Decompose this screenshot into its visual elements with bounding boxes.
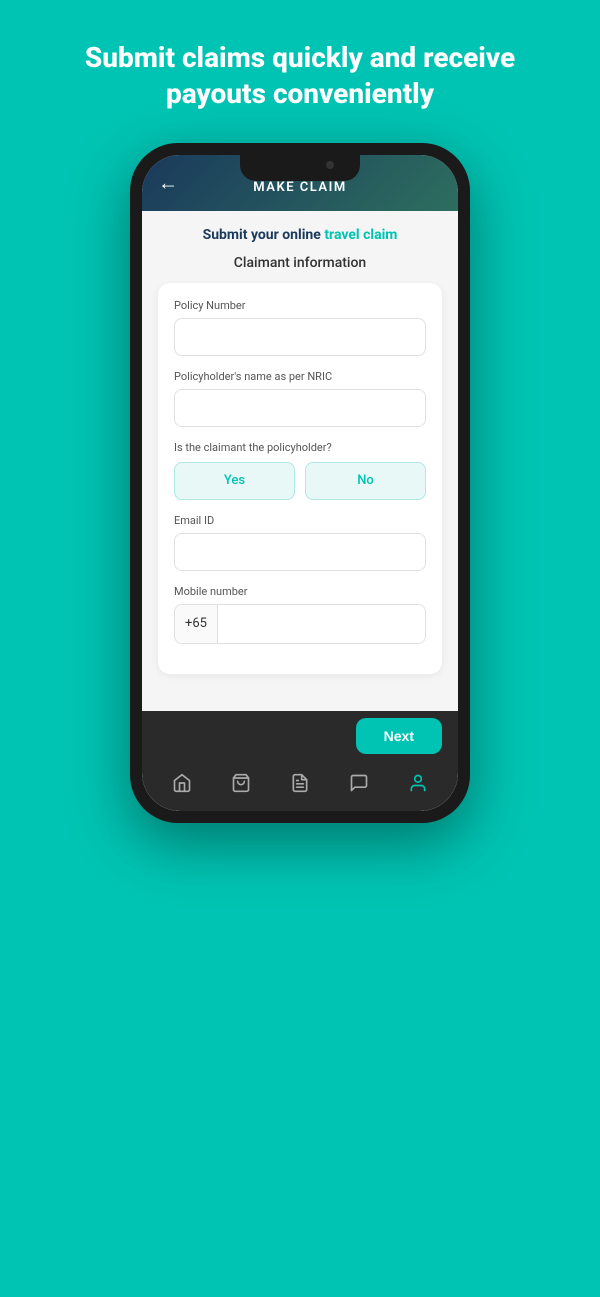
bottom-bar: Next xyxy=(142,711,458,761)
form-card: Policy Number Policyholder's name as per… xyxy=(158,283,442,674)
claim-heading: Submit your online travel claim xyxy=(158,227,442,243)
nav-help[interactable] xyxy=(341,765,377,801)
email-input[interactable] xyxy=(174,533,426,571)
nav-shop[interactable] xyxy=(223,765,259,801)
mobile-input[interactable] xyxy=(218,605,425,643)
back-button[interactable]: ← xyxy=(158,170,178,195)
bottom-nav xyxy=(142,761,458,811)
email-field: Email ID xyxy=(174,514,426,571)
no-button[interactable]: No xyxy=(305,462,426,500)
screen-title: MAKE CLAIM xyxy=(253,180,346,195)
nav-claims[interactable] xyxy=(282,765,318,801)
screen-content: Submit your online travel claim Claimant… xyxy=(142,211,458,711)
country-code: +65 xyxy=(175,605,218,643)
nav-home[interactable] xyxy=(164,765,200,801)
policy-number-input[interactable] xyxy=(174,318,426,356)
policyholder-name-field: Policyholder's name as per NRIC xyxy=(174,370,426,427)
phone-mockup: ← MAKE CLAIM Submit your online travel c… xyxy=(130,143,470,1297)
claimant-question-label: Is the claimant the policyholder? xyxy=(174,441,426,454)
section-title: Claimant information xyxy=(158,255,442,271)
claimant-question-field: Is the claimant the policyholder? Yes No xyxy=(174,441,426,500)
phone-notch xyxy=(240,155,360,181)
nav-profile[interactable] xyxy=(400,765,436,801)
claim-heading-highlight: travel claim xyxy=(324,227,397,243)
policy-number-field: Policy Number xyxy=(174,299,426,356)
hero-section: Submit claims quickly and receive payout… xyxy=(0,0,600,143)
hero-text: Submit claims quickly and receive payout… xyxy=(0,0,600,143)
policyholder-name-label: Policyholder's name as per NRIC xyxy=(174,370,426,383)
policyholder-name-input[interactable] xyxy=(174,389,426,427)
policy-number-label: Policy Number xyxy=(174,299,426,312)
mobile-field: Mobile number +65 xyxy=(174,585,426,644)
phone-outer: ← MAKE CLAIM Submit your online travel c… xyxy=(130,143,470,823)
mobile-field-wrapper: +65 xyxy=(174,604,426,644)
phone-camera xyxy=(326,161,334,169)
email-label: Email ID xyxy=(174,514,426,527)
yes-button[interactable]: Yes xyxy=(174,462,295,500)
mobile-label: Mobile number xyxy=(174,585,426,598)
yes-no-group: Yes No xyxy=(174,462,426,500)
next-button[interactable]: Next xyxy=(356,718,442,754)
claim-heading-normal: Submit your online xyxy=(203,227,325,243)
phone-screen: ← MAKE CLAIM Submit your online travel c… xyxy=(142,155,458,811)
